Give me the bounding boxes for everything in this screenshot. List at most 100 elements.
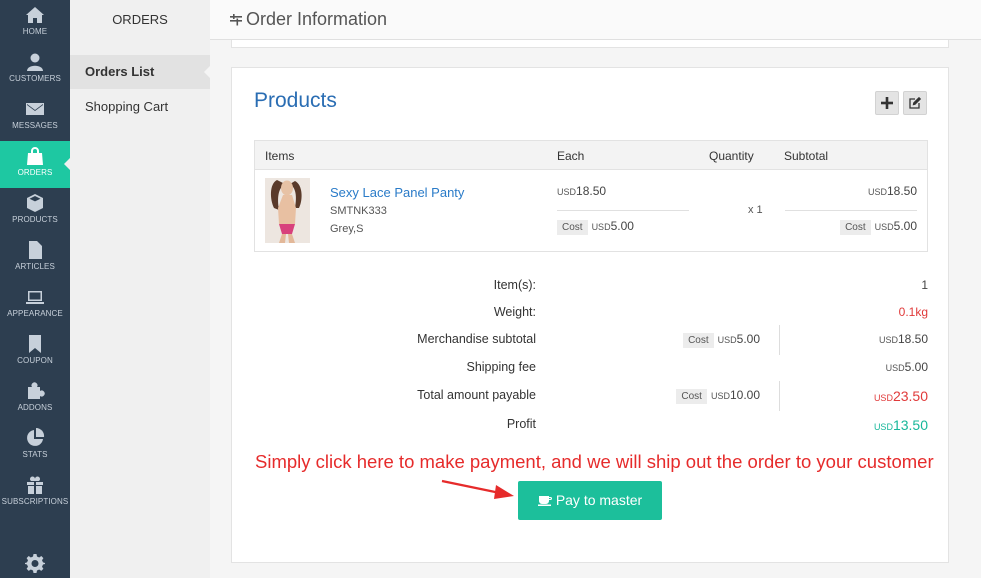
- total-label: Total amount payable: [417, 388, 536, 402]
- laptop-icon: [26, 291, 44, 304]
- summary-weight-row: Weight: 0.1kg: [232, 305, 950, 323]
- main-nav-rail: HOME CUSTOMERS MESSAGES ORDERS PRODUCTS …: [0, 0, 71, 578]
- nav-orders-label: ORDERS: [17, 168, 53, 177]
- subnav-item-orders-list[interactable]: Orders List: [70, 55, 210, 89]
- summary-profit-row: Profit USD13.50: [232, 417, 950, 435]
- col-quantity: Quantity: [709, 149, 754, 163]
- total-amount: 23.50: [892, 388, 928, 404]
- bookmark-icon: [29, 335, 41, 353]
- nav-addons-label: ADDONS: [17, 403, 53, 412]
- nav-products[interactable]: PRODUCTS: [0, 188, 70, 235]
- merchandise-subtotal-value: USD18.50: [879, 332, 928, 346]
- currency-label: USD: [710, 391, 730, 401]
- summary-total-row: Total amount payable Cost USD10.00 USD23.…: [232, 388, 950, 406]
- nav-stats-label: STATS: [22, 450, 48, 459]
- gear-icon[interactable]: [25, 553, 45, 573]
- nav-orders[interactable]: ORDERS: [0, 141, 71, 188]
- nav-customers-label: CUSTOMERS: [9, 74, 61, 83]
- currency-label: USD: [874, 222, 894, 232]
- arrow-icon: [441, 479, 514, 499]
- total-cost-amount: 10.00: [729, 388, 760, 402]
- currency-label: USD: [878, 335, 898, 345]
- nav-appearance[interactable]: APPEARANCE: [0, 282, 70, 329]
- col-items: Items: [265, 149, 295, 163]
- line-subtotal: USD18.50: [868, 184, 917, 198]
- line-subtotal-amount: 18.50: [886, 184, 917, 198]
- summary-items-row: Item(s): 1: [232, 278, 950, 296]
- summary-merchandise-row: Merchandise subtotal Cost USD5.00 USD18.5…: [232, 332, 950, 350]
- unit-price-amount: 18.50: [576, 184, 607, 198]
- nav-customers[interactable]: CUSTOMERS: [0, 47, 70, 94]
- cost-tag: Cost: [676, 389, 707, 404]
- edit-products-button[interactable]: [903, 91, 927, 115]
- previous-card-edge: [231, 40, 949, 48]
- add-product-button[interactable]: [875, 91, 899, 115]
- product-photo: [265, 178, 310, 243]
- page-title-wrap: Order Information: [230, 9, 387, 30]
- gift-icon: [27, 476, 43, 494]
- nav-addons[interactable]: ADDONS: [0, 376, 70, 423]
- cost-tag: Cost: [840, 220, 871, 235]
- nav-coupon[interactable]: COUPON: [0, 329, 70, 376]
- profit-amount: 13.50: [892, 417, 928, 433]
- table-header: Items Each Quantity Subtotal: [255, 141, 927, 170]
- product-variant: Grey,S: [330, 223, 364, 235]
- weight-label: Weight:: [493, 305, 536, 319]
- nav-subscriptions[interactable]: SUBSCRIPTIONS: [0, 470, 70, 517]
- currency-label: USD: [557, 187, 577, 197]
- weight-value: 0.1kg: [898, 305, 928, 319]
- nav-articles[interactable]: ARTICLES: [0, 235, 70, 282]
- divider: [785, 210, 917, 211]
- merchandise-subtotal-label: Merchandise subtotal: [417, 332, 536, 346]
- page-header: Order Information: [210, 0, 981, 40]
- items-label: Item(s):: [493, 278, 536, 292]
- nav-home[interactable]: HOME: [0, 0, 70, 47]
- payment-instruction-note: Simply click here to make payment, and w…: [255, 451, 934, 472]
- products-title: Products: [254, 89, 337, 112]
- cost-tag: Cost: [683, 333, 714, 348]
- col-each: Each: [557, 149, 585, 163]
- edit-icon: [909, 97, 921, 109]
- summary-shipping-row: Shipping fee USD5.00: [232, 360, 950, 378]
- merchandise-cost: Cost USD5.00: [683, 332, 760, 348]
- unit-cost: Cost USD5.00: [557, 219, 634, 235]
- cube-icon: [27, 194, 43, 212]
- shipping-fee-label: Shipping fee: [466, 360, 536, 374]
- file-icon: [29, 241, 42, 259]
- nav-messages[interactable]: MESSAGES: [0, 94, 70, 141]
- nav-coupon-label: COUPON: [17, 356, 53, 365]
- cost-tag: Cost: [557, 220, 588, 235]
- divider: [557, 210, 689, 211]
- coffee-cup-icon: [537, 496, 552, 506]
- currency-label: USD: [867, 187, 887, 197]
- line-subtotal-cost: Cost USD5.00: [840, 219, 917, 235]
- unit-price: USD18.50: [557, 184, 606, 198]
- col-subtotal: Subtotal: [784, 149, 829, 163]
- shopping-bag-icon: [27, 147, 43, 165]
- line-subtotal-cost-amount: 5.00: [893, 219, 917, 233]
- table-row: Sexy Lace Panel Panty SMTNK333 Grey,S US…: [255, 170, 927, 251]
- subnav-title: ORDERS: [112, 12, 168, 27]
- total-cost: Cost USD10.00: [676, 388, 760, 404]
- pie-chart-icon: [27, 428, 45, 446]
- profit-label: Profit: [506, 417, 536, 431]
- profit-value: USD13.50: [874, 417, 928, 433]
- home-icon: [26, 7, 44, 23]
- nav-home-label: HOME: [22, 27, 48, 36]
- pay-button-label: Pay to master: [555, 492, 643, 508]
- currency-label: USD: [873, 393, 893, 403]
- unit-cost-amount: 5.00: [610, 219, 634, 233]
- product-thumbnail[interactable]: [265, 178, 310, 243]
- nav-messages-label: MESSAGES: [12, 121, 58, 130]
- nav-appearance-label: APPEARANCE: [7, 309, 63, 318]
- sliders-icon: [230, 14, 242, 26]
- subnav-item-shopping-cart[interactable]: Shopping Cart: [70, 90, 210, 124]
- nav-articles-label: ARTICLES: [15, 262, 55, 271]
- pay-to-master-button[interactable]: Pay to master: [518, 481, 662, 520]
- currency-label: USD: [873, 422, 893, 432]
- product-name-link[interactable]: Sexy Lace Panel Panty: [330, 185, 464, 200]
- shipping-fee-value: USD5.00: [886, 360, 928, 374]
- plus-icon: [881, 97, 893, 109]
- merchandise-cost-amount: 5.00: [736, 332, 760, 346]
- nav-stats[interactable]: STATS: [0, 423, 70, 470]
